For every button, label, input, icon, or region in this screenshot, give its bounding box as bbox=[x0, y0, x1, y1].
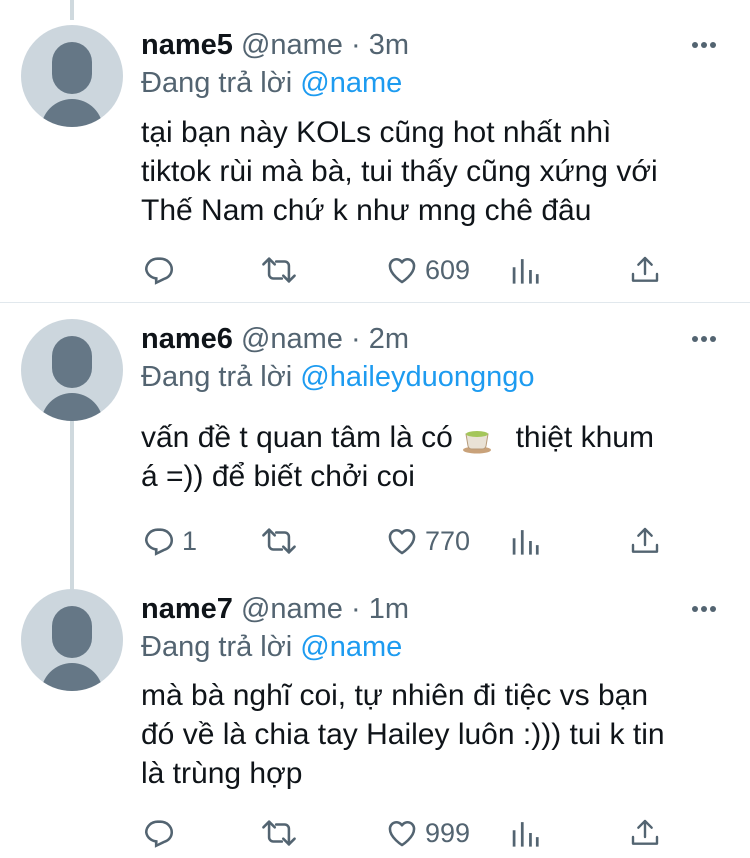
share-button[interactable] bbox=[629, 250, 661, 290]
analytics-icon bbox=[512, 530, 539, 555]
user-handle[interactable]: @name bbox=[241, 323, 343, 355]
tweet-text-segment: thiệt khum bbox=[515, 421, 654, 454]
timestamp[interactable]: · 2m bbox=[351, 323, 409, 355]
retweet-icon bbox=[262, 820, 296, 846]
tweet-text-line-1: vấn đề t quan tâm là có thiệt khum bbox=[141, 418, 731, 457]
replying-to: Đang trả lời @haileyduongngo bbox=[141, 359, 535, 395]
analytics-button[interactable] bbox=[510, 813, 540, 853]
tweet-text-line: á =)) để biết chởi coi bbox=[141, 460, 415, 493]
retweet-button[interactable] bbox=[260, 521, 304, 561]
tweet-header: name6 @name · 2m bbox=[141, 321, 409, 357]
tea-emoji-icon bbox=[463, 431, 492, 454]
tweet-actions: 1 770 bbox=[0, 521, 750, 561]
more-icon[interactable] bbox=[692, 598, 724, 618]
reply-icon bbox=[144, 257, 174, 285]
heart-icon bbox=[388, 529, 416, 555]
retweet-button[interactable] bbox=[260, 813, 304, 853]
more-icon[interactable] bbox=[692, 328, 724, 348]
display-name[interactable]: name7 bbox=[141, 593, 233, 625]
tweet-text-segment: vấn đề t quan tâm là có bbox=[141, 421, 453, 454]
share-button[interactable] bbox=[629, 813, 661, 853]
tweet[interactable]: name6 @name · 2m Đang trả lời @haileyduo… bbox=[0, 303, 750, 573]
analytics-icon bbox=[512, 259, 539, 284]
tweet-text-line: mà bà nghĩ coi, tự nhiên đi tiệc vs bạn bbox=[141, 679, 649, 712]
tweet-text: mà bà nghĩ coi, tự nhiên đi tiệc vs bạn … bbox=[141, 676, 731, 793]
reply-icon bbox=[144, 528, 174, 556]
user-handle[interactable]: @name bbox=[241, 593, 343, 625]
more-icon[interactable] bbox=[692, 34, 724, 54]
reply-button[interactable]: 1 bbox=[142, 521, 197, 561]
retweet-icon bbox=[262, 528, 296, 554]
analytics-icon bbox=[512, 822, 539, 847]
reply-button[interactable] bbox=[142, 813, 182, 853]
avatar[interactable] bbox=[21, 319, 123, 421]
tweet[interactable]: name7 @name · 1m Đang trả lời @name mà b… bbox=[0, 573, 750, 858]
reply-button[interactable] bbox=[142, 250, 182, 290]
avatar[interactable] bbox=[21, 589, 123, 691]
like-count: 770 bbox=[425, 525, 471, 556]
tweet-text-line: tại bạn này KOLs cũng hot nhất nhì bbox=[141, 116, 612, 149]
tweet-text-line: Thế Nam chứ k như mng chê đâu bbox=[141, 194, 592, 227]
tweet-text-line: đó về là chia tay Hailey luôn :))) tui k… bbox=[141, 718, 665, 751]
tweet-actions: 609 bbox=[0, 250, 750, 290]
timestamp[interactable]: · 3m bbox=[351, 29, 409, 61]
like-button[interactable]: 609 bbox=[385, 250, 470, 290]
tweet-header: name5 @name · 3m bbox=[141, 27, 409, 63]
tweet-text: tại bạn này KOLs cũng hot nhất nhì tikto… bbox=[141, 113, 731, 230]
analytics-button[interactable] bbox=[510, 521, 540, 561]
display-name[interactable]: name6 bbox=[141, 323, 233, 355]
tweet-actions: 999 bbox=[0, 813, 750, 853]
timestamp[interactable]: · 1m bbox=[351, 593, 409, 625]
tweet-header: name7 @name · 1m bbox=[141, 591, 409, 627]
like-button[interactable]: 999 bbox=[385, 813, 470, 853]
display-name[interactable]: name5 bbox=[141, 29, 233, 61]
reply-count: 1 bbox=[182, 525, 198, 556]
share-icon bbox=[631, 256, 659, 282]
like-button[interactable]: 770 bbox=[385, 521, 470, 561]
reply-icon bbox=[144, 820, 174, 848]
like-count: 999 bbox=[425, 817, 471, 848]
share-icon bbox=[631, 527, 659, 553]
retweet-button[interactable] bbox=[260, 250, 304, 290]
tweet-text-line: là trùng hợp bbox=[141, 757, 303, 790]
reply-prefix: Đang trả lời bbox=[141, 67, 293, 99]
reply-prefix: Đang trả lời bbox=[141, 361, 293, 393]
like-count: 609 bbox=[425, 254, 471, 285]
analytics-button[interactable] bbox=[510, 250, 540, 290]
reply-handle-link[interactable]: @name bbox=[300, 631, 402, 663]
user-handle[interactable]: @name bbox=[241, 29, 343, 61]
share-icon bbox=[631, 819, 659, 845]
tweet-text-line: tiktok rùi mà bà, tui thấy cũng xứng với bbox=[141, 155, 658, 188]
share-button[interactable] bbox=[629, 521, 661, 561]
replying-to: Đang trả lời @name bbox=[141, 65, 402, 101]
reply-prefix: Đang trả lời bbox=[141, 631, 293, 663]
tweet[interactable]: name5 @name · 3m Đang trả lời @name tại … bbox=[0, 0, 750, 302]
tweet-text: vấn đề t quan tâm là có thiệt khum á =))… bbox=[141, 418, 731, 496]
avatar[interactable] bbox=[21, 25, 123, 127]
reply-handle-link[interactable]: @haileyduongngo bbox=[300, 361, 534, 393]
retweet-icon bbox=[262, 257, 296, 283]
replying-to: Đang trả lời @name bbox=[141, 629, 402, 665]
reply-handle-link[interactable]: @name bbox=[300, 67, 402, 99]
heart-icon bbox=[388, 258, 416, 284]
heart-icon bbox=[388, 821, 416, 847]
